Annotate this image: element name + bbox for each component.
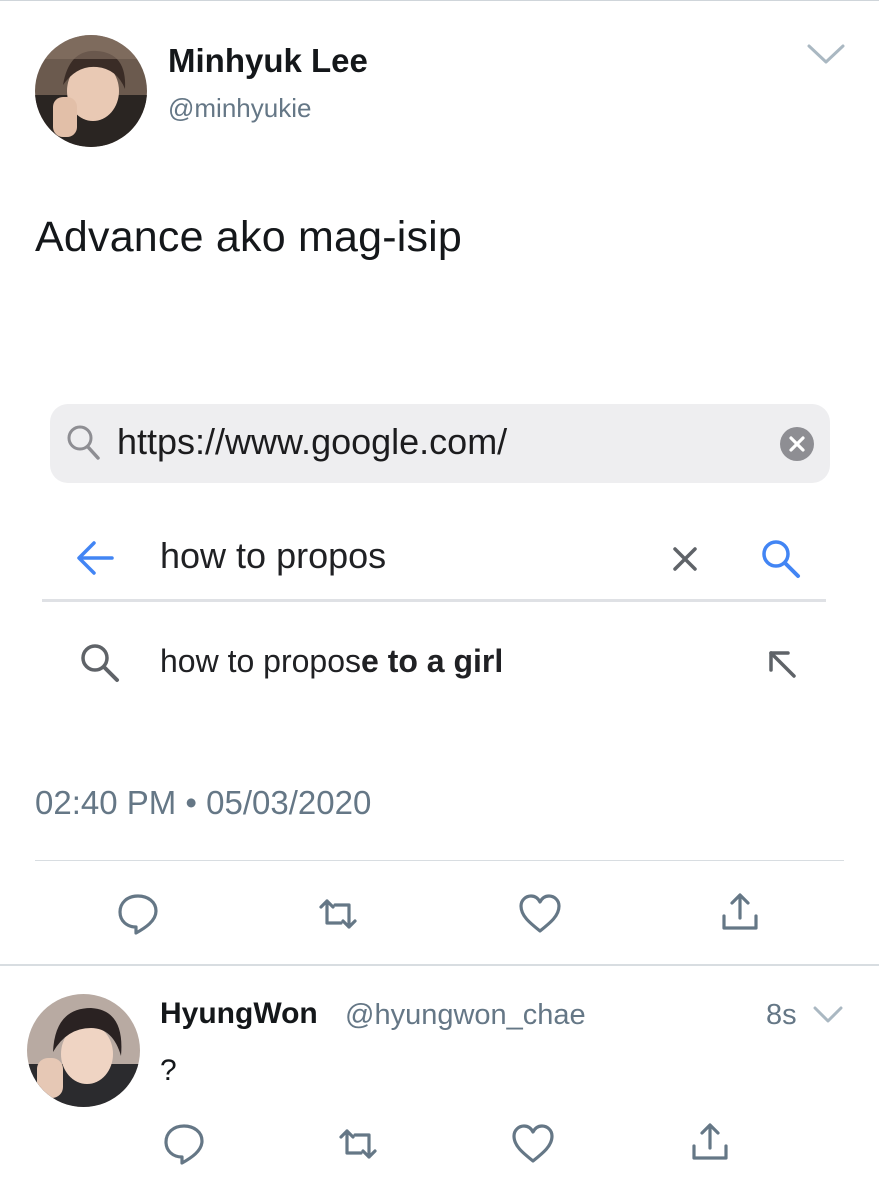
author-handle[interactable]: @minhyukie (168, 93, 311, 124)
suggestion-typed-part: how to propos (160, 643, 362, 679)
tweet-timestamp[interactable]: 02:40 PM • 05/03/2020 (35, 784, 371, 822)
magnifier-icon (758, 537, 804, 581)
retweet-icon (339, 1129, 377, 1159)
author-name[interactable]: Minhyuk Lee (168, 42, 368, 80)
reply-author-handle[interactable]: @hyungwon_chae (345, 999, 586, 1032)
search-divider (42, 599, 826, 602)
reply-button[interactable] (160, 1120, 208, 1168)
chevron-down-icon[interactable] (806, 40, 846, 68)
retweet-button[interactable] (314, 890, 362, 938)
like-button[interactable] (516, 890, 564, 938)
share-icon (692, 1123, 728, 1160)
magnifier-icon (64, 421, 104, 465)
heart-icon (519, 894, 561, 933)
arrow-up-left-icon (764, 646, 800, 682)
share-button[interactable] (716, 888, 764, 936)
reply-time[interactable]: 8s (766, 999, 797, 1032)
search-query-text: how to propos (160, 535, 387, 576)
speech-bubble-icon (164, 1124, 204, 1165)
retweet-button[interactable] (334, 1120, 382, 1168)
speech-bubble-icon (118, 894, 158, 935)
share-icon (722, 893, 758, 930)
clear-x-icon (668, 542, 702, 576)
search-suggestion: how to propose to a girl (160, 643, 503, 680)
chevron-down-icon[interactable] (812, 1003, 844, 1027)
reply-author-name[interactable]: HyungWon (160, 997, 318, 1031)
magnifier-icon (78, 641, 122, 685)
tweet-text: Advance ako mag-isip (35, 213, 463, 261)
reply-button[interactable] (114, 890, 162, 938)
share-button[interactable] (686, 1118, 734, 1166)
avatar-main-author[interactable] (35, 35, 147, 147)
top-border (0, 0, 879, 1)
like-button[interactable] (509, 1120, 557, 1168)
heart-icon (512, 1124, 554, 1163)
reply-text: ? (160, 1054, 177, 1087)
retweet-icon (319, 899, 357, 929)
back-arrow-icon (74, 538, 116, 578)
clear-x-icon (779, 426, 815, 462)
thread-divider (0, 964, 879, 966)
avatar-reply-author[interactable] (27, 994, 140, 1107)
url-bar-value: https://www.google.com/ (117, 421, 508, 462)
divider (35, 860, 844, 861)
suggestion-completion-part: e to a girl (361, 643, 504, 679)
